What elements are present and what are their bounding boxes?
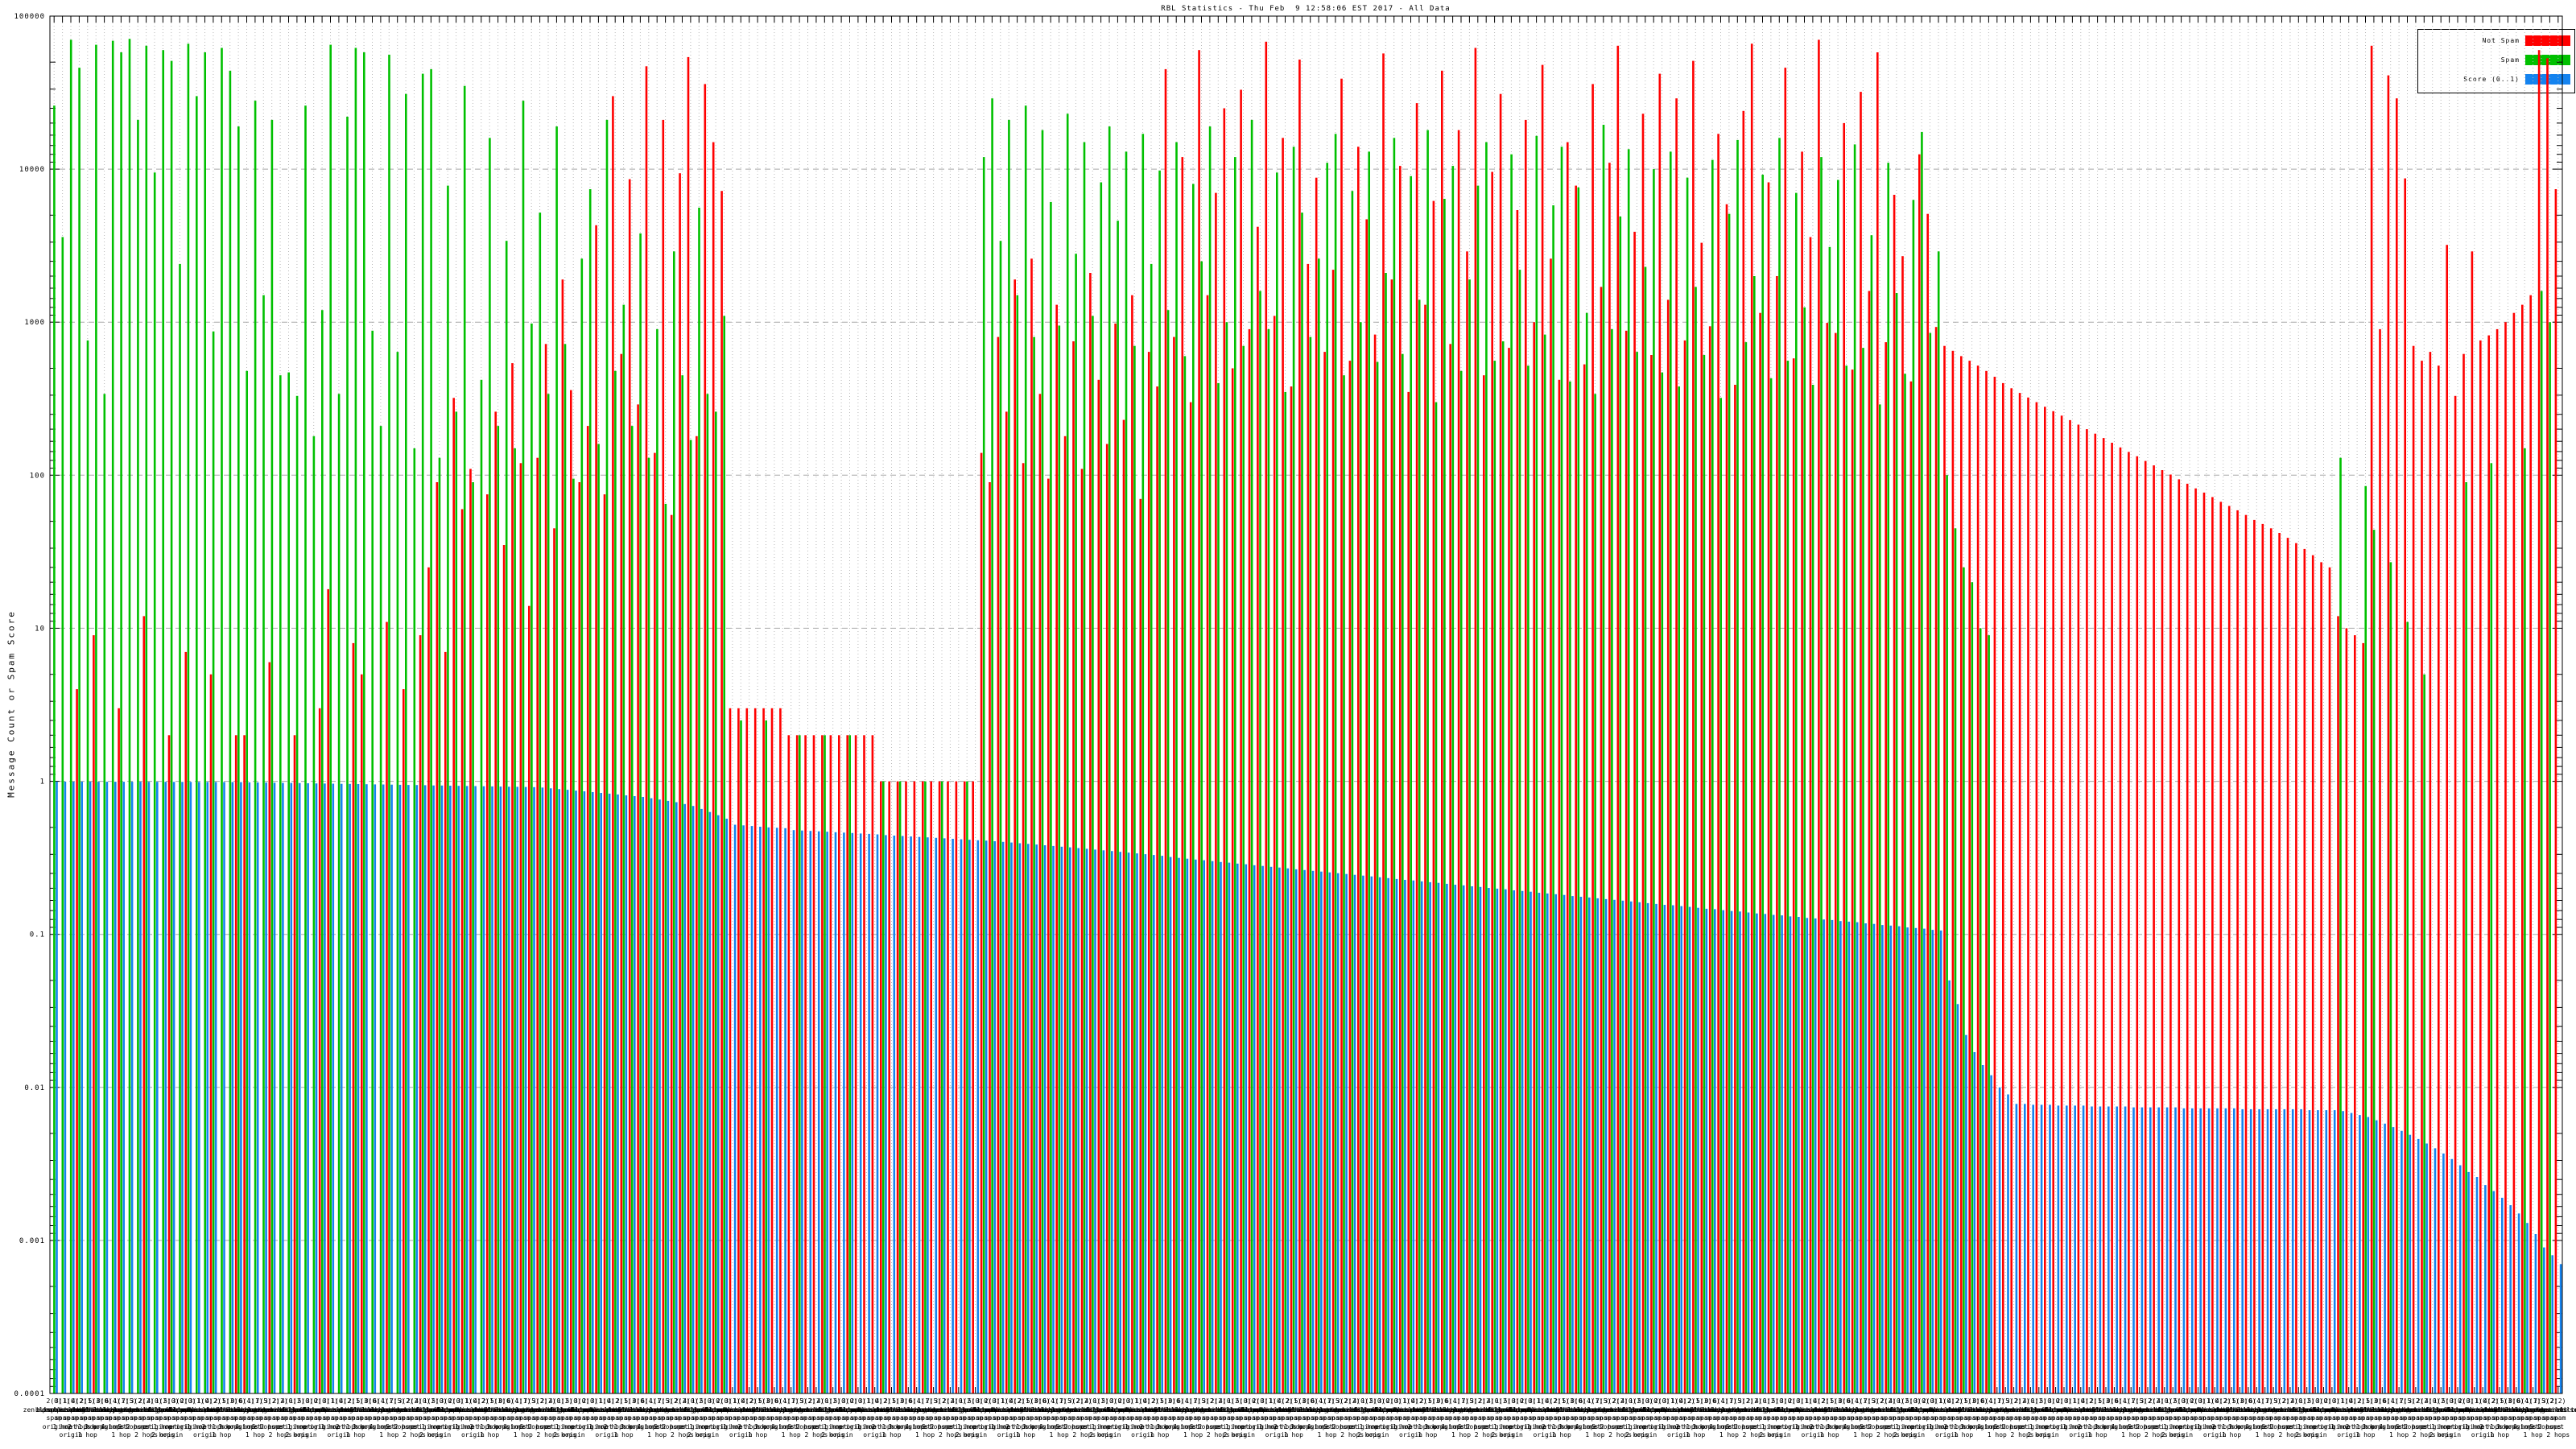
svg-text:0.01: 0.01: [24, 1084, 45, 1092]
y-axis-ticks: [50, 15, 2562, 1394]
svg-text:1: 1: [40, 778, 45, 786]
svg-text:0.0001: 0.0001: [14, 1390, 45, 1398]
svg-text:100000: 100000: [14, 13, 45, 21]
svg-text:10000: 10000: [19, 166, 45, 174]
plot-border: [49, 15, 2563, 1394]
horizontal-gridlines: [50, 168, 2562, 1241]
svg-text:0.1: 0.1: [30, 931, 45, 939]
svg-text:1000: 1000: [24, 319, 45, 327]
y-tick-labels: 100000 10000 1000 100 10 1 0.1 0.01 0.001 0.0001: [14, 13, 45, 1398]
plot-area: 100000 10000 1000 100 10 1 0.1 0.01 0.001 0.0001: [14, 13, 2563, 1398]
svg-text:100: 100: [30, 472, 45, 480]
svg-text:10: 10: [35, 625, 45, 633]
svg-text:0.001: 0.001: [19, 1237, 45, 1245]
